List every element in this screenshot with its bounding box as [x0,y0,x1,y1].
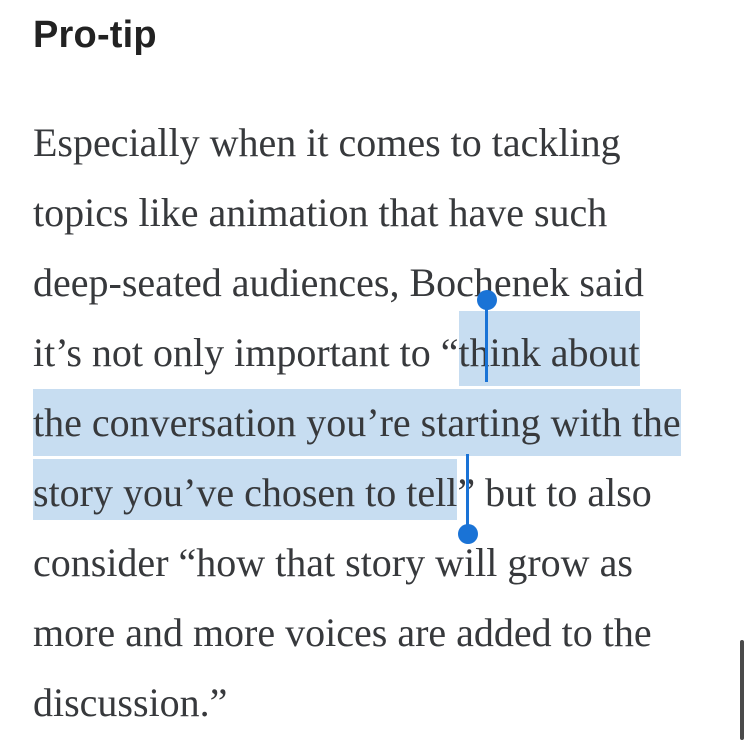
paragraph-line: story you’ve chosen to tell” but to also [33,458,733,528]
paragraph-line: discussion.” [33,680,228,725]
selected-text[interactable]: story you’ve chosen to tell [33,459,458,520]
paragraph-line: it’s not only important to “think about [33,311,733,388]
paragraph-line: the conversation you’re starting with th… [33,388,733,458]
selection-start-knob-icon[interactable] [476,290,497,310]
paragraph-line: consider “how that story will grow as [33,540,633,585]
paragraph-line: Especially when it comes to tackling [33,120,621,165]
article-paragraph[interactable]: Especially when it comes to tackling top… [33,108,733,738]
selection-end-handle-icon[interactable] [457,454,478,544]
paragraph-line: more and more voices are added to the [33,610,652,655]
selection-start-handle-icon[interactable] [476,290,497,382]
vertical-scrollbar[interactable] [740,640,744,740]
selected-text[interactable]: the conversation you’re starting with th… [33,389,681,456]
paragraph-line: deep-seated audiences, Bochenek said [33,260,644,305]
selection-end-knob-icon[interactable] [457,524,478,544]
paragraph-line: topics like animation that have such [33,190,608,235]
unselected-text: ” but to also [457,470,652,515]
unselected-text: it’s not only important to “ [33,330,459,375]
section-heading: Pro-tip [33,14,157,56]
